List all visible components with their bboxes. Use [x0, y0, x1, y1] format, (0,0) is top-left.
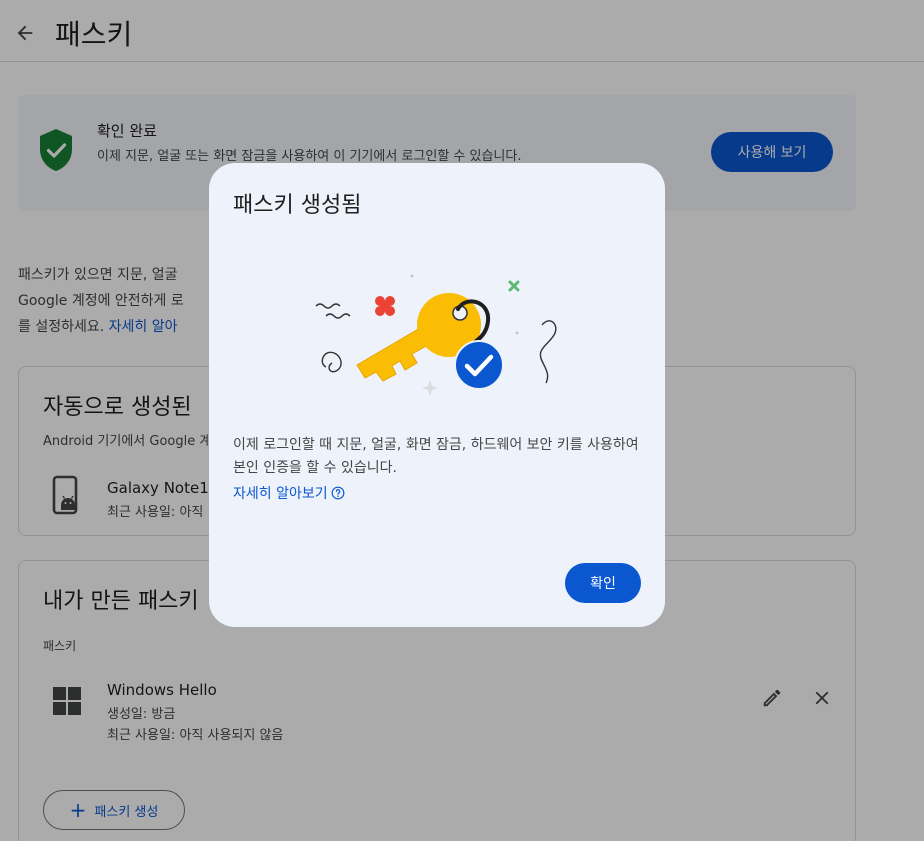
dialog-learn-more-label: 자세히 알아보기 — [233, 486, 328, 502]
dialog-body: 이제 로그인할 때 지문, 얼굴, 화면 잠금, 하드웨어 보안 키를 사용하여… — [233, 437, 639, 476]
help-icon — [331, 486, 345, 500]
dialog-learn-more-link[interactable]: 자세히 알아보기 — [233, 483, 345, 503]
ok-button[interactable]: 확인 — [565, 563, 641, 603]
key-illustration — [315, 274, 557, 396]
passkey-created-dialog: 패스키 생성됨 이제 로그인할 때 지문, 얼굴, 화면 잠금, 하드웨어 보안… — [209, 163, 665, 627]
dialog-title: 패스키 생성됨 — [233, 193, 362, 218]
